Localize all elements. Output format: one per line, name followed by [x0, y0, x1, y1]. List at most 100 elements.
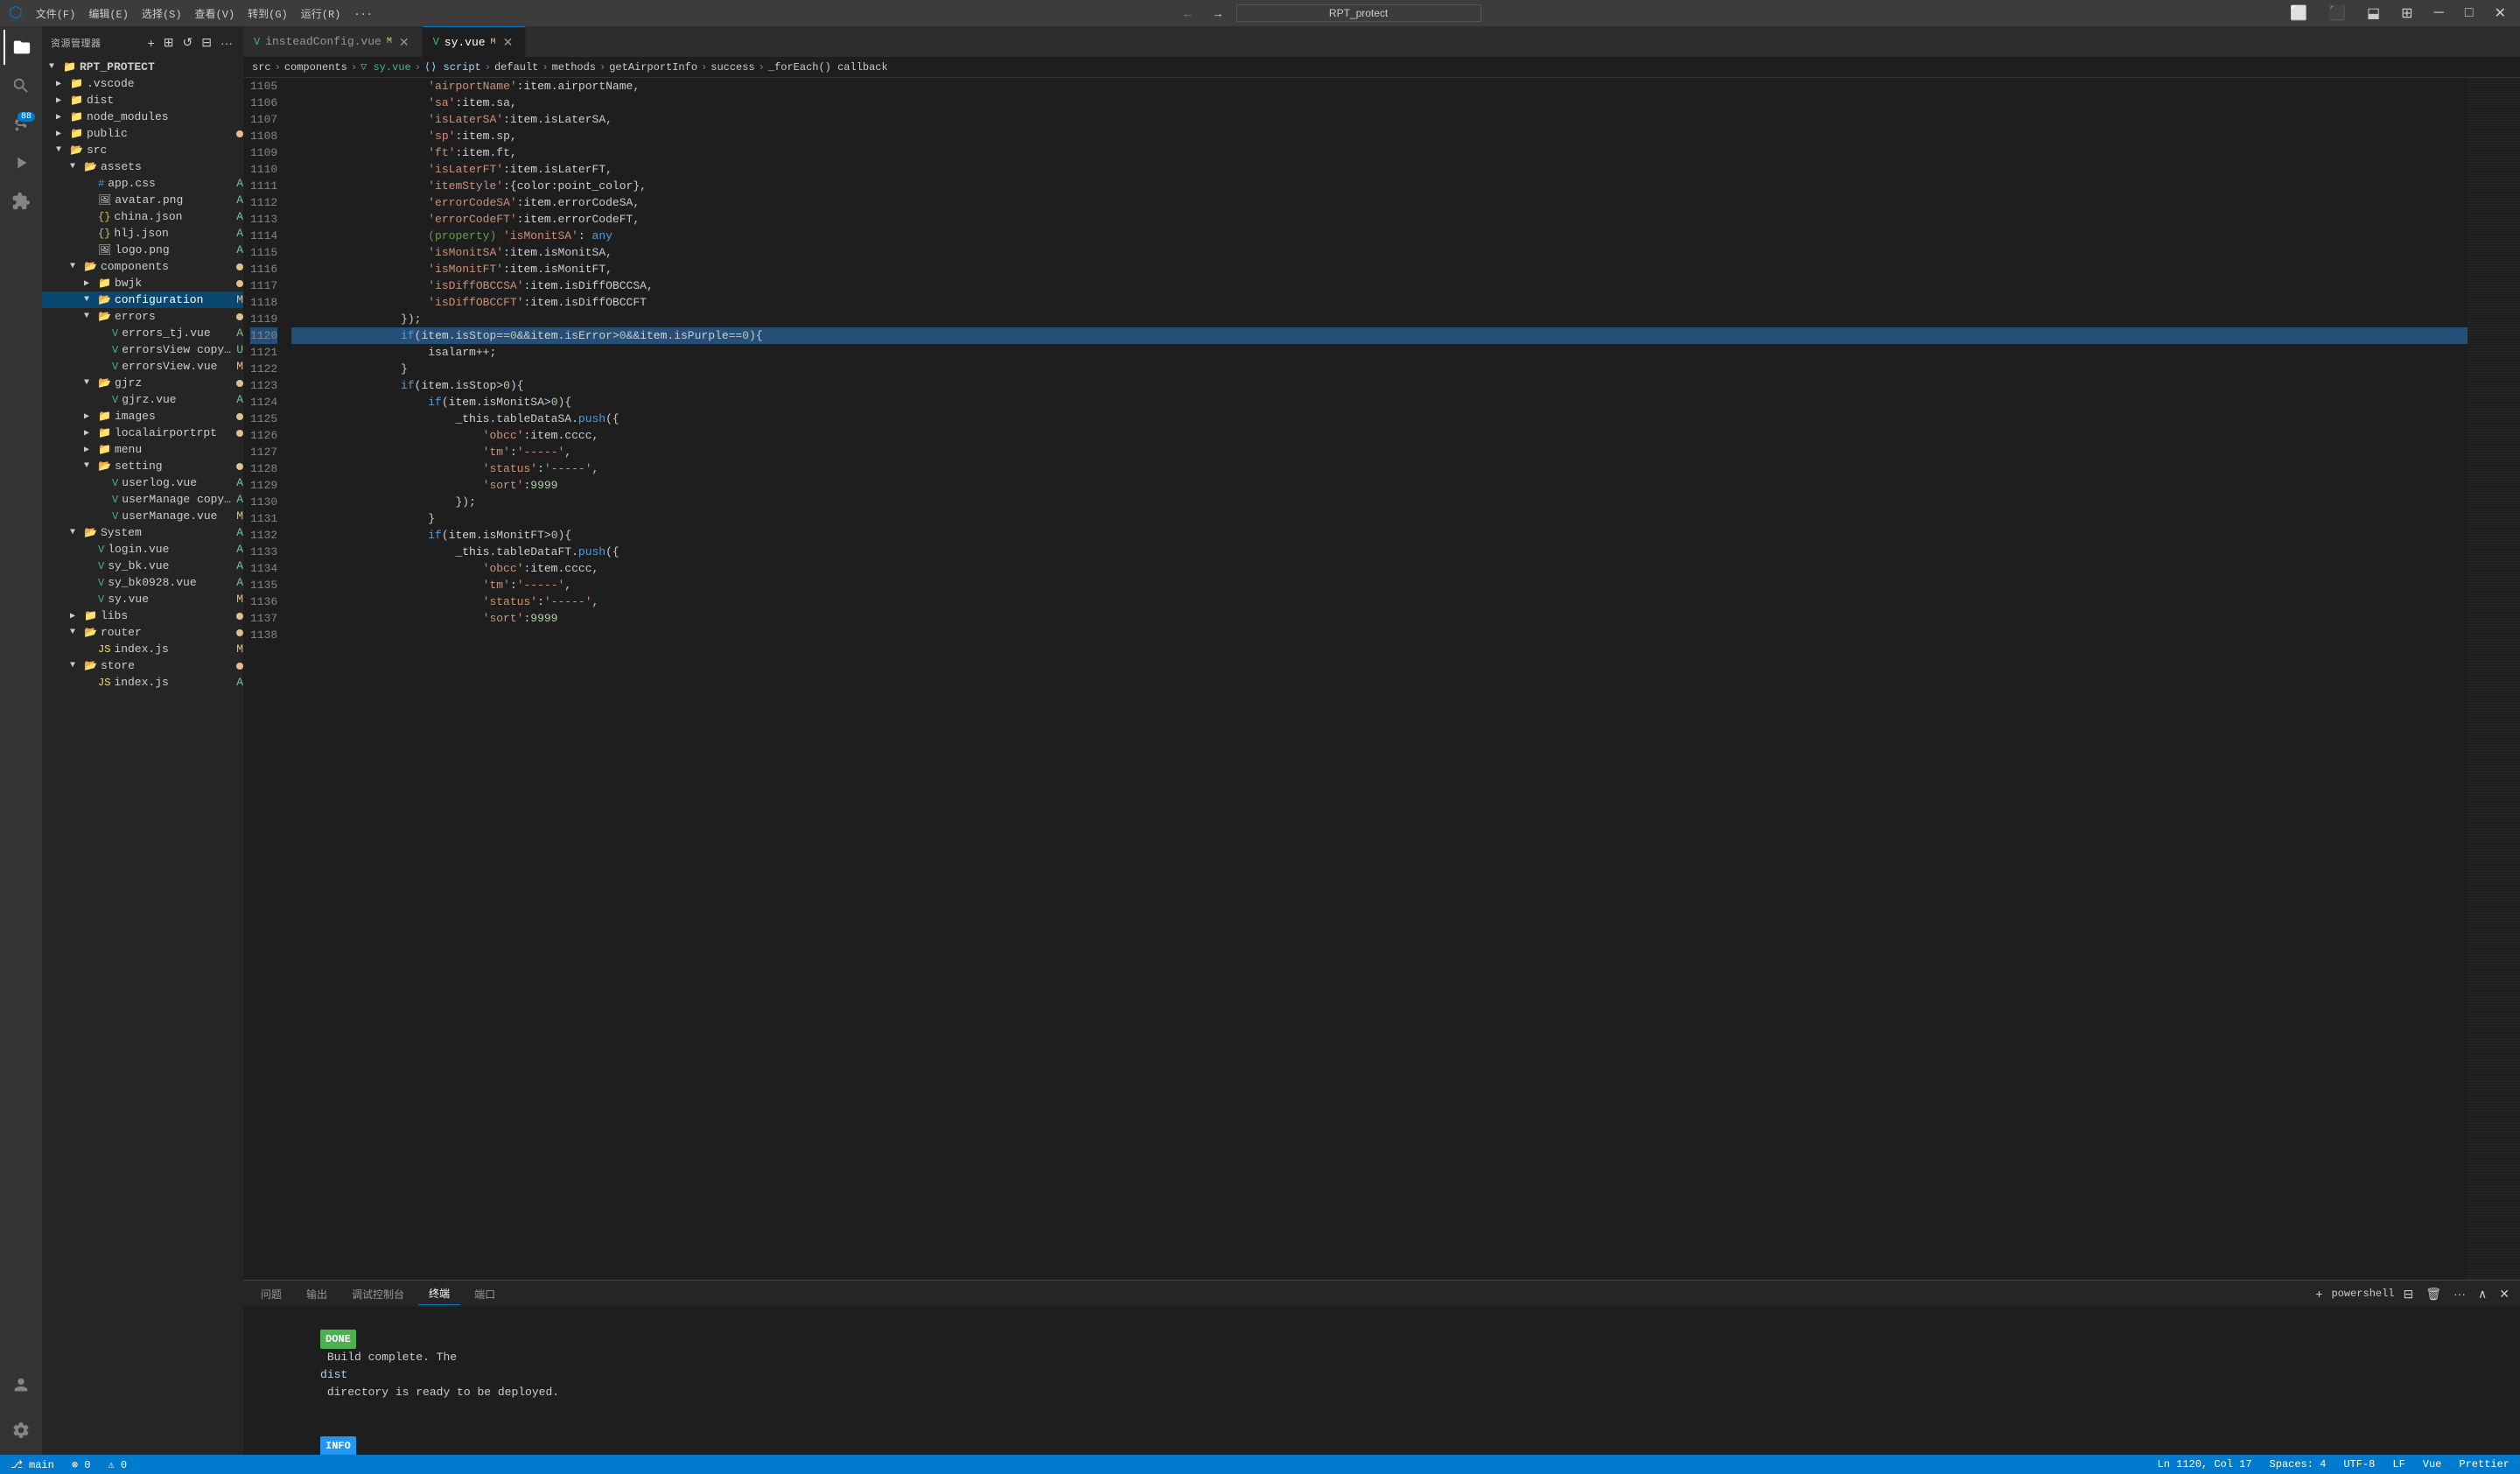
bc-default[interactable]: default	[494, 61, 538, 74]
activity-source-control[interactable]: 88	[4, 107, 38, 142]
tree-root[interactable]: ▼ 📁 RPT_PROTECT	[42, 59, 243, 75]
menu-view[interactable]: 查看(V)	[195, 6, 235, 21]
sidebar-item-components[interactable]: ▼📂 components	[42, 258, 243, 275]
sidebar-item-router-index[interactable]: ▶JS index.js M	[42, 641, 243, 657]
layout-toggle-4[interactable]: ⊞	[2396, 4, 2418, 22]
status-errors[interactable]: ⊗ 0	[68, 1458, 94, 1471]
status-warnings[interactable]: ⚠ 0	[104, 1458, 130, 1471]
sidebar-item-node-modules[interactable]: ▶📁 node_modules	[42, 109, 243, 125]
sidebar-item-images[interactable]: ▶📁 images	[42, 408, 243, 425]
sidebar-item-store-index[interactable]: ▶JS index.js A	[42, 674, 243, 691]
sidebar-item-userlog[interactable]: ▶V userlog.vue A	[42, 474, 243, 491]
sidebar-item-hlj-json[interactable]: ▶{} hlj.json A	[42, 225, 243, 242]
bc-script[interactable]: ⟨⟩ script	[424, 60, 481, 74]
layout-toggle-2[interactable]: ⬛	[2323, 4, 2351, 22]
menu-edit[interactable]: 编辑(E)	[88, 6, 129, 21]
sidebar-item-avatar[interactable]: ▶🖼 avatar.png A	[42, 192, 243, 208]
bc-components[interactable]: components	[284, 61, 347, 74]
status-formatter[interactable]: Prettier	[2455, 1458, 2513, 1470]
new-folder-btn[interactable]: ⊞	[162, 33, 176, 52]
tab-terminal[interactable]: 终端	[418, 1282, 460, 1305]
tab-debug-console[interactable]: 调试控制台	[341, 1283, 415, 1305]
layout-toggle-3[interactable]: ⬓	[2362, 4, 2385, 22]
terminal-content[interactable]: DONE Build complete. The dist directory …	[243, 1307, 2520, 1455]
sidebar-item-sy-bk[interactable]: ▶V sy_bk.vue A	[42, 558, 243, 574]
more-actions-btn[interactable]: ···	[219, 33, 234, 52]
new-terminal-btn[interactable]: +	[2312, 1285, 2326, 1302]
global-search[interactable]	[1236, 4, 1481, 22]
activity-run[interactable]	[4, 145, 38, 180]
activity-settings[interactable]	[4, 1413, 38, 1448]
nav-back[interactable]: ←	[1177, 4, 1200, 22]
new-file-btn[interactable]: +	[146, 33, 157, 52]
sidebar-item-china-json[interactable]: ▶{} china.json A	[42, 208, 243, 225]
window-maximize[interactable]: □	[2460, 4, 2479, 22]
tab-output[interactable]: 输出	[296, 1283, 338, 1305]
activity-explorer[interactable]	[4, 30, 38, 65]
split-terminal-btn[interactable]: ⊟	[2400, 1285, 2418, 1303]
sidebar-item-errors[interactable]: ▼📂 errors	[42, 308, 243, 325]
bc-foreach[interactable]: _forEach() callback	[768, 61, 888, 74]
sidebar-item-menu[interactable]: ▶📁 menu	[42, 441, 243, 458]
more-terminal-btn[interactable]: ···	[2450, 1285, 2469, 1302]
status-spaces[interactable]: Spaces: 4	[2266, 1458, 2330, 1470]
status-encoding[interactable]: UTF-8	[2340, 1458, 2378, 1470]
menu-file[interactable]: 文件(F)	[36, 6, 76, 21]
close-sy-vue[interactable]: ✕	[501, 36, 515, 48]
sidebar-item-logo[interactable]: ▶🖼 logo.png A	[42, 242, 243, 258]
layout-toggle-1[interactable]: ⬜	[2285, 4, 2313, 22]
sidebar-item-app-css[interactable]: ▶# app.css A	[42, 175, 243, 192]
tab-sy-vue[interactable]: V sy.vue M ✕	[423, 26, 527, 57]
refresh-btn[interactable]: ↺	[181, 33, 195, 52]
sidebar-item-localairportrpt[interactable]: ▶📁 localairportrpt	[42, 425, 243, 441]
bc-getairportinfo[interactable]: getAirportInfo	[609, 61, 697, 74]
sidebar-item-store[interactable]: ▼📂 store	[42, 657, 243, 674]
sidebar-item-assets[interactable]: ▼📂 assets	[42, 158, 243, 175]
activity-accounts[interactable]	[4, 1367, 38, 1402]
sidebar-item-router[interactable]: ▼📂 router	[42, 624, 243, 641]
menu-run[interactable]: 运行(R)	[301, 6, 341, 21]
status-branch[interactable]: ⎇ main	[7, 1458, 58, 1471]
maximize-panel-btn[interactable]: ∧	[2474, 1285, 2490, 1303]
sidebar-item-libs[interactable]: ▶📁 libs	[42, 607, 243, 624]
window-close[interactable]: ✕	[2489, 4, 2511, 22]
collapse-all-btn[interactable]: ⊟	[200, 33, 214, 52]
sidebar-item-sy-bk0928[interactable]: ▶V sy_bk0928.vue A	[42, 574, 243, 591]
close-insteadconfig[interactable]: ✕	[397, 36, 411, 48]
sidebar-item-errors-tj[interactable]: ▶V errors_tj.vue A	[42, 325, 243, 341]
code-content[interactable]: 'airportName':item.airportName, 'sa':ite…	[288, 78, 2468, 1280]
sidebar-item-sy-vue[interactable]: ▶V sy.vue M	[42, 591, 243, 607]
sidebar-item-dist[interactable]: ▶📁 dist	[42, 92, 243, 109]
sidebar-item-src[interactable]: ▼📂 src	[42, 142, 243, 158]
bc-methods[interactable]: methods	[552, 61, 596, 74]
bc-sy-vue[interactable]: ▽ sy.vue	[360, 60, 411, 74]
activity-extensions[interactable]	[4, 184, 38, 219]
menu-more[interactable]: ...	[354, 6, 373, 21]
menu-select[interactable]: 选择(S)	[142, 6, 182, 21]
sidebar-item-system[interactable]: ▼📂 System A	[42, 524, 243, 541]
bc-src[interactable]: src	[252, 61, 271, 74]
sidebar-item-gjrz-vue[interactable]: ▶V gjrz.vue A	[42, 391, 243, 408]
sidebar-item-gjrz[interactable]: ▼📂 gjrz	[42, 375, 243, 391]
sidebar-item-login[interactable]: ▶V login.vue A	[42, 541, 243, 558]
bc-success[interactable]: success	[710, 61, 754, 74]
tab-problems[interactable]: 问题	[250, 1283, 292, 1305]
status-eol[interactable]: LF	[2389, 1458, 2408, 1470]
close-panel-btn[interactable]: ✕	[2496, 1285, 2513, 1303]
sidebar-item-vscode[interactable]: ▶📁 .vscode	[42, 75, 243, 92]
status-language[interactable]: Vue	[2419, 1458, 2446, 1470]
tab-ports[interactable]: 端口	[464, 1283, 506, 1305]
sidebar-item-errors-view[interactable]: ▶V errorsView.vue M	[42, 358, 243, 375]
sidebar-item-bwjk[interactable]: ▶📁 bwjk	[42, 275, 243, 291]
activity-search[interactable]	[4, 68, 38, 103]
menu-goto[interactable]: 转到(G)	[248, 6, 288, 21]
sidebar-item-setting[interactable]: ▼📂 setting	[42, 458, 243, 474]
sidebar-item-usermanage[interactable]: ▶V userManage.vue M	[42, 508, 243, 524]
status-position[interactable]: Ln 1120, Col 17	[2154, 1458, 2256, 1470]
kill-terminal-btn[interactable]: 🗑	[2422, 1285, 2445, 1303]
sidebar-item-errors-view-copy[interactable]: ▶V errorsView copy.vue U	[42, 341, 243, 358]
sidebar-item-usermanage-copy[interactable]: ▶V userManage copy... A	[42, 491, 243, 508]
nav-forward[interactable]: →	[1207, 4, 1229, 22]
sidebar-item-public[interactable]: ▶📁 public	[42, 125, 243, 142]
window-minimize[interactable]: ─	[2429, 4, 2449, 22]
